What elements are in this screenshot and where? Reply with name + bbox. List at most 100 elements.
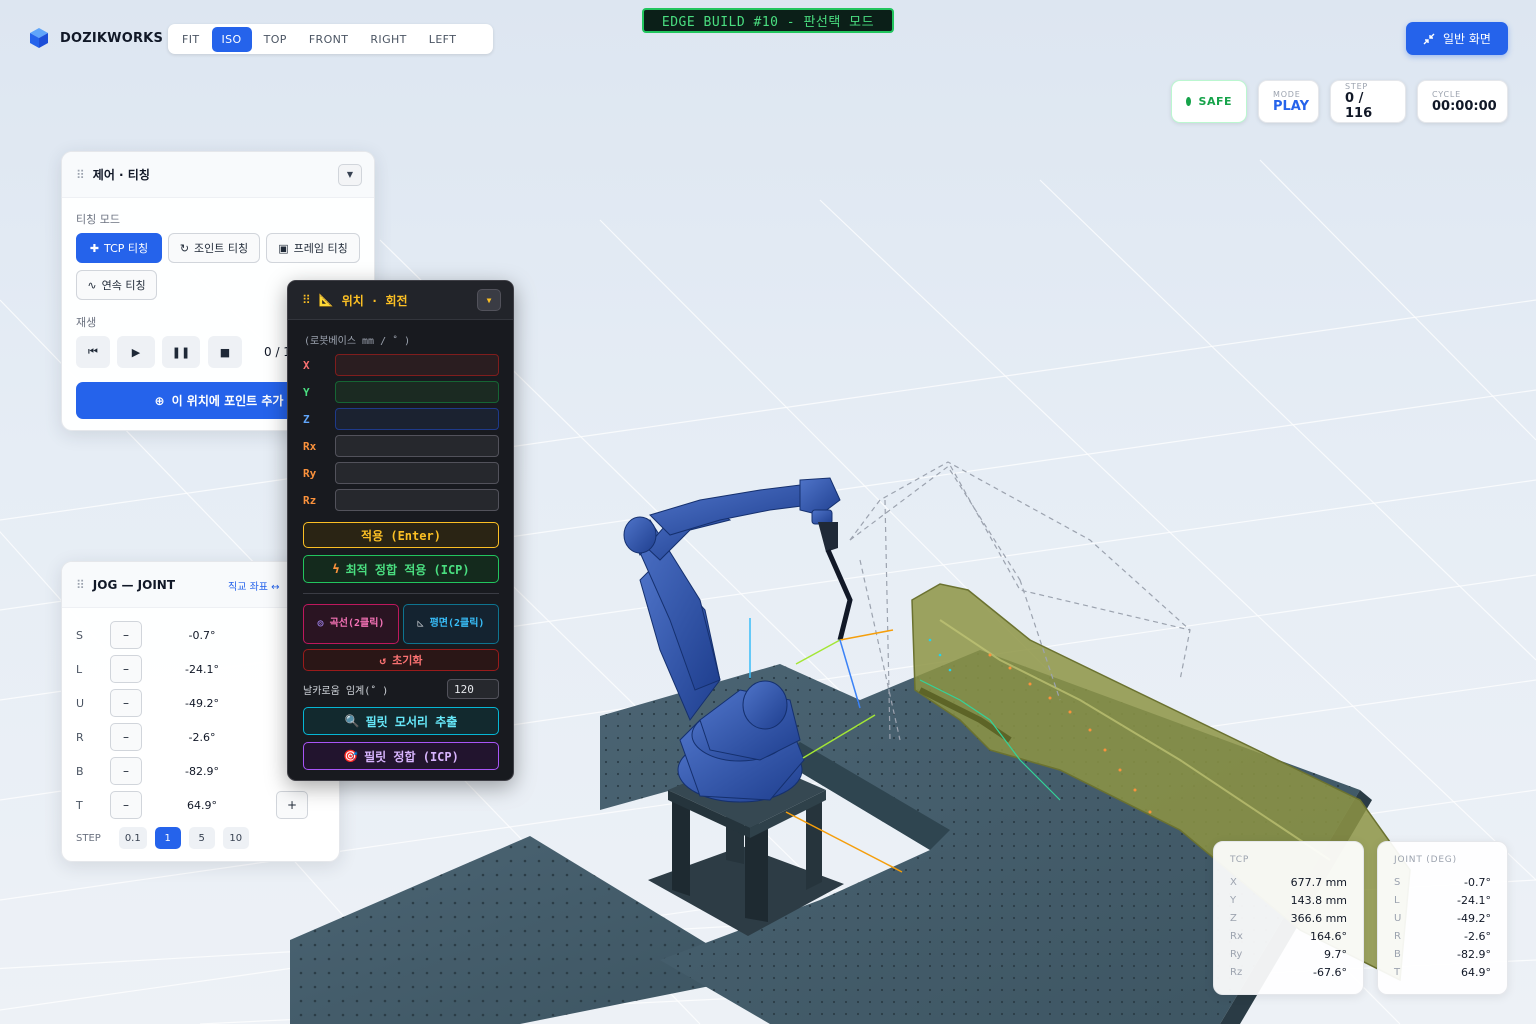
- stop-button[interactable]: ■: [208, 336, 242, 368]
- target-icon: 🎯: [343, 749, 359, 763]
- mode-value: PLAY: [1273, 98, 1310, 114]
- step-10-button[interactable]: 10: [222, 827, 249, 849]
- joint-value: -0.7°: [188, 628, 216, 642]
- readout-value: 143.8 mm: [1290, 893, 1347, 907]
- readout-row: Ry 9.7°: [1230, 945, 1347, 963]
- threshold-label: 날카로움 임계(˚ ): [303, 685, 389, 697]
- fillet-icp-button[interactable]: 🎯 필릿 정합 (ICP): [303, 742, 499, 770]
- readout-value: -0.7°: [1464, 875, 1491, 889]
- panel-header[interactable]: ⠿ 제어 · 티칭 ▼: [62, 152, 374, 198]
- readout-row: Z 366.6 mm: [1230, 909, 1347, 927]
- pause-button[interactable]: ❚❚: [162, 336, 200, 368]
- readout-key: Z: [1230, 912, 1237, 924]
- view-right-button[interactable]: RIGHT: [360, 27, 416, 52]
- apply-button[interactable]: 적용 (Enter): [303, 522, 499, 548]
- y-input[interactable]: [335, 381, 499, 403]
- step-5-button[interactable]: 5: [188, 827, 215, 849]
- ry-input[interactable]: [335, 462, 499, 484]
- normal-view-label: 일반 화면: [1443, 32, 1491, 46]
- divider: [303, 593, 499, 594]
- safety-status-card: SAFE: [1171, 80, 1247, 123]
- readout-title: JOINT (DEG): [1394, 855, 1457, 865]
- build-badge: EDGE BUILD #10 - 판선택 모드: [642, 8, 894, 33]
- axis-row-x: X: [303, 354, 499, 376]
- axis-label: Z: [303, 412, 310, 426]
- cartesian-toggle-link[interactable]: 직교 좌표 ↔: [228, 578, 280, 593]
- play-button[interactable]: ▶: [117, 336, 155, 368]
- readout-row: B -82.9°: [1394, 945, 1491, 963]
- rz-input[interactable]: [335, 489, 499, 511]
- axis-row-rz: Rz: [303, 489, 499, 511]
- readout-key: Rz: [1230, 966, 1243, 978]
- x-input[interactable]: [335, 354, 499, 376]
- view-fit-button[interactable]: FIT: [172, 27, 210, 52]
- view-left-button[interactable]: LEFT: [419, 27, 467, 52]
- step-0-1-button[interactable]: 0.1: [118, 827, 147, 849]
- drag-handle-icon[interactable]: ⠿: [76, 578, 85, 592]
- frame-teach-label: 프레임 티칭: [293, 242, 348, 255]
- axis-row-z: Z: [303, 408, 499, 430]
- axis-row-y: Y: [303, 381, 499, 403]
- collapse-button[interactable]: ▼: [477, 289, 501, 311]
- sharpness-threshold-row: 날카로움 임계(˚ ) 120: [303, 679, 499, 699]
- axis-row-ry: Ry: [303, 462, 499, 484]
- readout-row: T 64.9°: [1394, 963, 1491, 981]
- joint-value: 64.9°: [187, 798, 217, 812]
- step-1-button[interactable]: 1: [154, 827, 181, 849]
- normal-view-button[interactable]: 일반 화면: [1406, 22, 1508, 55]
- jog-minus-button[interactable]: –: [110, 655, 142, 683]
- jog-minus-button[interactable]: –: [110, 621, 142, 649]
- jog-minus-button[interactable]: –: [110, 689, 142, 717]
- collapse-button[interactable]: ▼: [338, 163, 362, 186]
- skip-start-button[interactable]: ⏮: [76, 336, 110, 368]
- app-logo[interactable]: DOZIKWORKS: [28, 27, 163, 49]
- best-fit-icp-button[interactable]: ϟ 최적 정합 적용 (ICP): [303, 555, 499, 583]
- mode-card: MODE PLAY: [1258, 80, 1319, 123]
- position-rotation-panel: ⠿ 📐 위치 · 회전 ▼ (로봇베이스 mm / ˚ ) X Y Z Rx R…: [287, 280, 514, 781]
- panel-title: 제어 · 티칭: [92, 168, 150, 182]
- readout-key: B: [1394, 948, 1401, 960]
- panel-title-text: 위치 · 회전: [341, 293, 408, 308]
- threshold-input[interactable]: 120: [447, 679, 499, 699]
- tcp-teach-label: TCP 티칭: [104, 242, 149, 255]
- jog-plus-button[interactable]: +: [276, 791, 308, 819]
- jog-minus-button[interactable]: –: [110, 757, 142, 785]
- panel-title: 📐 위치 · 회전: [319, 292, 477, 309]
- tcp-teach-button[interactable]: ✚ TCP 티칭: [76, 233, 162, 263]
- playback-label: 재생: [76, 316, 97, 329]
- frame-teach-button[interactable]: ▣ 프레임 티칭: [266, 233, 360, 263]
- rx-input[interactable]: [335, 435, 499, 457]
- step-value: 0 / 116: [1345, 91, 1373, 121]
- readout-value: -24.1°: [1457, 893, 1491, 907]
- step-selector: STEP 0.1 1 5 10: [76, 827, 249, 849]
- panel-header[interactable]: ⠿ 📐 위치 · 회전 ▼: [288, 281, 513, 320]
- joint-value: -24.1°: [185, 662, 219, 676]
- play-icon: ▶: [131, 345, 141, 359]
- collapse-arrows-icon: [1423, 33, 1435, 44]
- readout-key: X: [1230, 876, 1237, 888]
- readout-value: 366.6 mm: [1290, 911, 1347, 925]
- z-input[interactable]: [335, 408, 499, 430]
- cycle-label: CYCLE: [1432, 89, 1461, 99]
- readout-key: R: [1394, 930, 1401, 942]
- plane-pick-button[interactable]: ◺ 평면(2클릭): [403, 604, 499, 644]
- wave-icon: ∿: [87, 278, 97, 292]
- cycle-value: 00:00:00: [1432, 98, 1497, 114]
- view-top-button[interactable]: TOP: [254, 27, 297, 52]
- axis-label: Ry: [303, 466, 317, 480]
- view-iso-button[interactable]: ISO: [211, 26, 252, 52]
- curve-pick-button[interactable]: ◎ 곡선(2클릭): [303, 604, 399, 644]
- joint-teach-button[interactable]: ↻ 조인트 티칭: [168, 233, 260, 263]
- reset-button[interactable]: ↺ 초기화: [303, 649, 499, 671]
- readout-row: U -49.2°: [1394, 909, 1491, 927]
- step-label: STEP: [1345, 82, 1369, 91]
- drag-handle-icon[interactable]: ⠿: [76, 168, 85, 182]
- continuous-teach-button[interactable]: ∿ 연속 티칭: [76, 270, 157, 300]
- drag-handle-icon[interactable]: ⠿: [302, 293, 311, 307]
- fillet-extract-button[interactable]: 🔍 필릿 모서리 추출: [303, 707, 499, 735]
- jog-minus-button[interactable]: –: [110, 791, 142, 819]
- jog-minus-button[interactable]: –: [110, 723, 142, 751]
- lightning-icon: ϟ: [332, 562, 340, 576]
- stop-icon: ■: [219, 345, 231, 359]
- view-front-button[interactable]: FRONT: [299, 27, 359, 52]
